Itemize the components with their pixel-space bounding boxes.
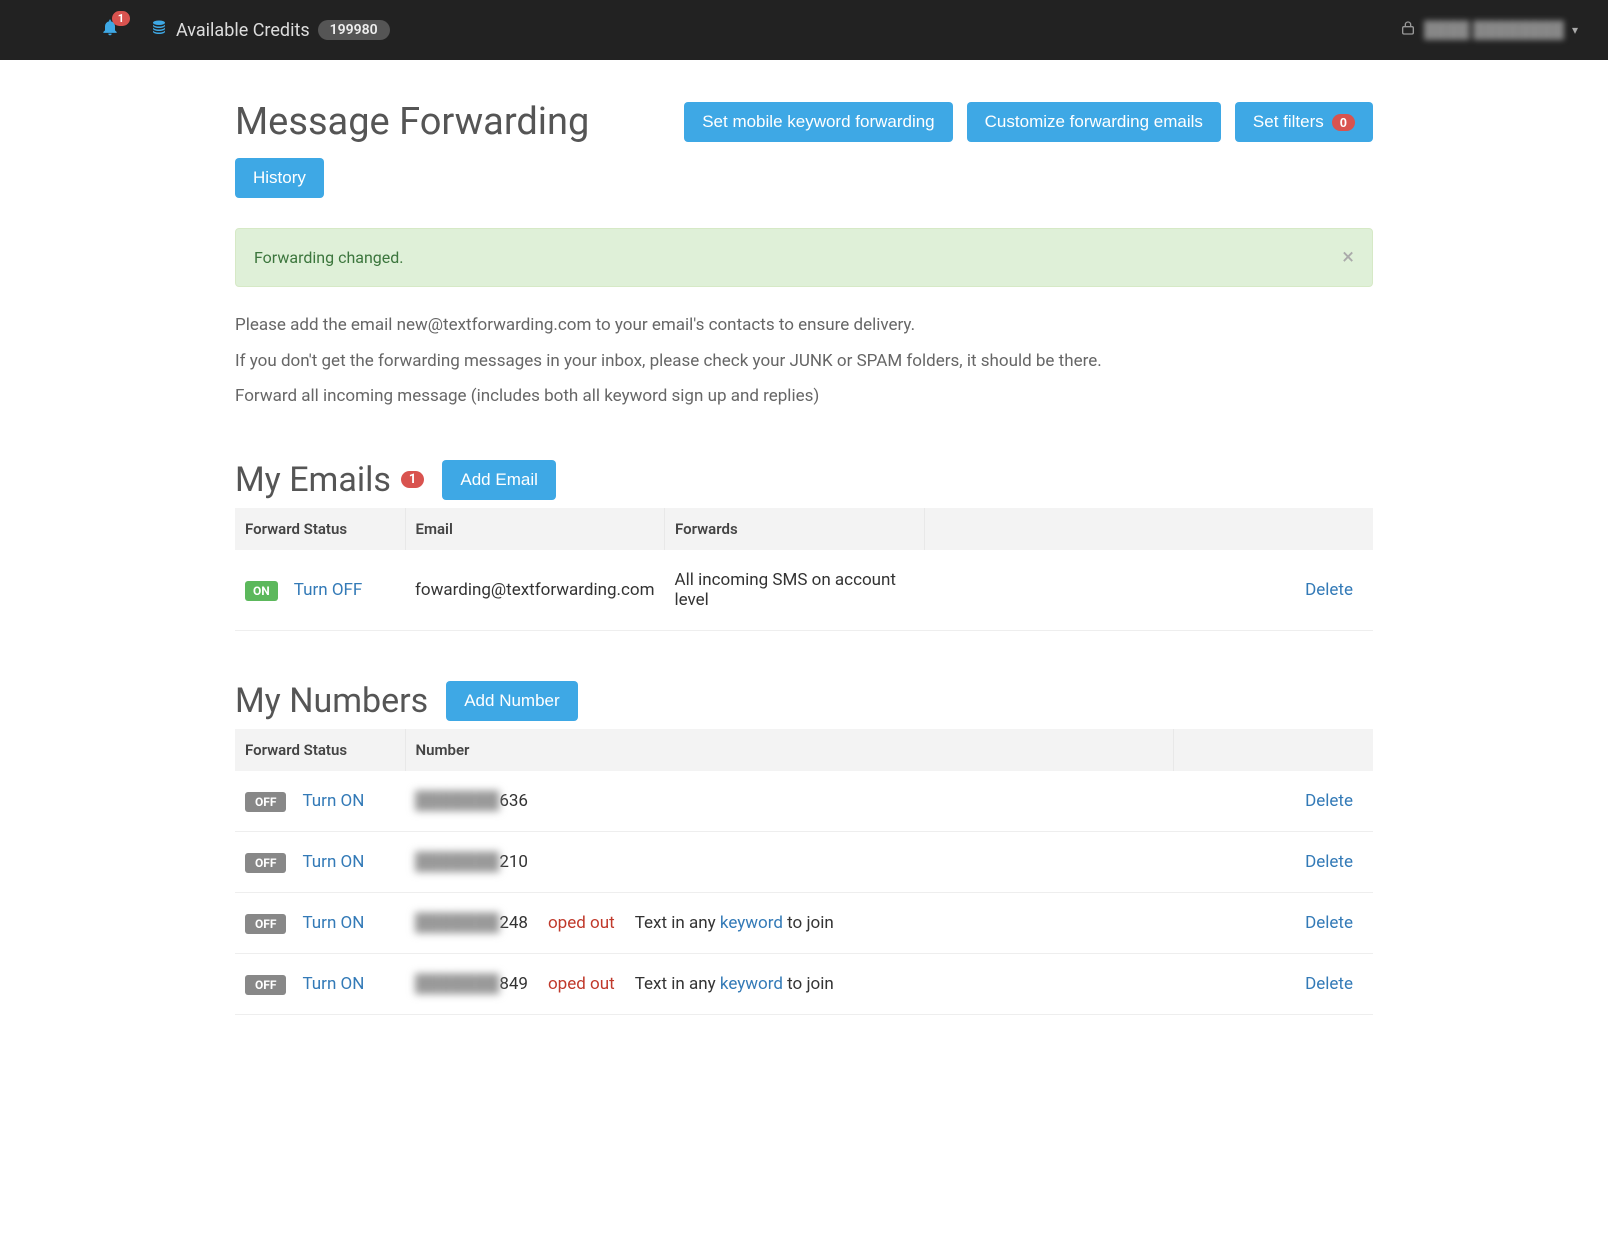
delete-link[interactable]: Delete <box>1305 974 1353 994</box>
delete-link[interactable]: Delete <box>1305 791 1353 811</box>
numbers-table: Forward Status Number OFF Turn ON ███████6… <box>235 729 1373 1015</box>
status-badge: OFF <box>245 975 286 995</box>
alert-text: Forwarding changed. <box>254 248 404 267</box>
col-forward-status: Forward Status <box>235 508 405 550</box>
number-cell: ███████210 <box>405 831 1173 892</box>
table-row: OFF Turn ON ███████636 Delete <box>235 771 1373 832</box>
delete-link[interactable]: Delete <box>1305 852 1353 872</box>
credits-label: Available Credits <box>176 20 310 41</box>
user-name: ████ ████████ <box>1424 20 1564 40</box>
notification-badge: 1 <box>112 11 130 26</box>
number-cell: ███████248oped outText in any keyword to… <box>405 892 1173 953</box>
opted-out-text: oped out <box>548 974 615 994</box>
info-line-3: Forward all incoming message (includes b… <box>235 384 1373 410</box>
table-row: OFF Turn ON ███████248oped outText in any … <box>235 892 1373 953</box>
forwards-cell: All incoming SMS on account level <box>665 550 925 631</box>
my-emails-header: My Emails 1 Add Email <box>235 460 1373 500</box>
topbar: 1 Available Credits 199980 ████ ████████… <box>0 0 1608 60</box>
set-filters-count: 0 <box>1332 114 1355 131</box>
status-badge: OFF <box>245 914 286 934</box>
notifications-button[interactable]: 1 <box>100 17 120 43</box>
status-badge: ON <box>245 581 278 601</box>
user-menu[interactable]: ████ ████████ ▾ <box>1400 20 1578 40</box>
set-filters-label: Set filters <box>1253 112 1324 132</box>
page-title: Message Forwarding <box>235 100 589 144</box>
col-actions <box>925 508 1374 550</box>
keyword-link[interactable]: keyword <box>720 974 783 994</box>
my-numbers-title: My Numbers <box>235 681 428 721</box>
forward-text: Text in any keyword to join <box>635 974 834 994</box>
forward-text: Text in any keyword to join <box>635 913 834 933</box>
table-row: OFF Turn ON ███████210 Delete <box>235 831 1373 892</box>
col-forward-status-n: Forward Status <box>235 729 405 771</box>
my-numbers-header: My Numbers Add Number <box>235 681 1373 721</box>
credits-value: 199980 <box>318 20 390 40</box>
caret-down-icon: ▾ <box>1572 23 1578 37</box>
set-filters-button[interactable]: Set filters 0 <box>1235 102 1373 142</box>
table-row: OFF Turn ON ███████849oped outText in any … <box>235 953 1373 1014</box>
table-row: ON Turn OFF fowarding@textforwarding.comAl… <box>235 550 1373 631</box>
emails-table: Forward Status Email Forwards ON Turn OFF… <box>235 508 1373 631</box>
success-alert: Forwarding changed. × <box>235 228 1373 287</box>
col-actions-n <box>1173 729 1373 771</box>
delete-link[interactable]: Delete <box>1305 913 1353 933</box>
number-cell: ███████636 <box>405 771 1173 832</box>
add-email-button[interactable]: Add Email <box>442 460 555 500</box>
toggle-forward-link[interactable]: Turn ON <box>302 791 364 811</box>
col-email: Email <box>405 508 665 550</box>
credits-display: Available Credits 199980 <box>150 19 390 42</box>
opted-out-text: oped out <box>548 913 615 933</box>
my-emails-title: My Emails 1 <box>235 460 424 500</box>
info-line-1: Please add the email new@textforwarding.… <box>235 313 1373 339</box>
col-number: Number <box>405 729 1173 771</box>
number-cell: ███████849oped outText in any keyword to… <box>405 953 1173 1014</box>
page-header: Message Forwarding Set mobile keyword fo… <box>235 100 1373 198</box>
my-emails-count: 1 <box>401 471 424 488</box>
toggle-forward-link[interactable]: Turn ON <box>302 913 364 933</box>
toggle-forward-link[interactable]: Turn ON <box>302 974 364 994</box>
credits-icon <box>150 19 168 42</box>
lock-icon <box>1400 20 1416 40</box>
set-mobile-keyword-button[interactable]: Set mobile keyword forwarding <box>684 102 952 142</box>
toggle-forward-link[interactable]: Turn OFF <box>294 580 363 600</box>
status-badge: OFF <box>245 792 286 812</box>
col-forwards: Forwards <box>665 508 925 550</box>
email-cell: fowarding@textforwarding.com <box>405 550 665 631</box>
close-icon[interactable]: × <box>1342 245 1354 270</box>
info-line-2: If you don't get the forwarding messages… <box>235 349 1373 375</box>
history-button[interactable]: History <box>235 158 324 198</box>
keyword-link[interactable]: keyword <box>720 913 783 933</box>
my-emails-title-text: My Emails <box>235 460 391 500</box>
toggle-forward-link[interactable]: Turn ON <box>302 852 364 872</box>
status-badge: OFF <box>245 853 286 873</box>
add-number-button[interactable]: Add Number <box>446 681 577 721</box>
delete-link[interactable]: Delete <box>1305 580 1353 600</box>
customize-forwarding-emails-button[interactable]: Customize forwarding emails <box>967 102 1221 142</box>
